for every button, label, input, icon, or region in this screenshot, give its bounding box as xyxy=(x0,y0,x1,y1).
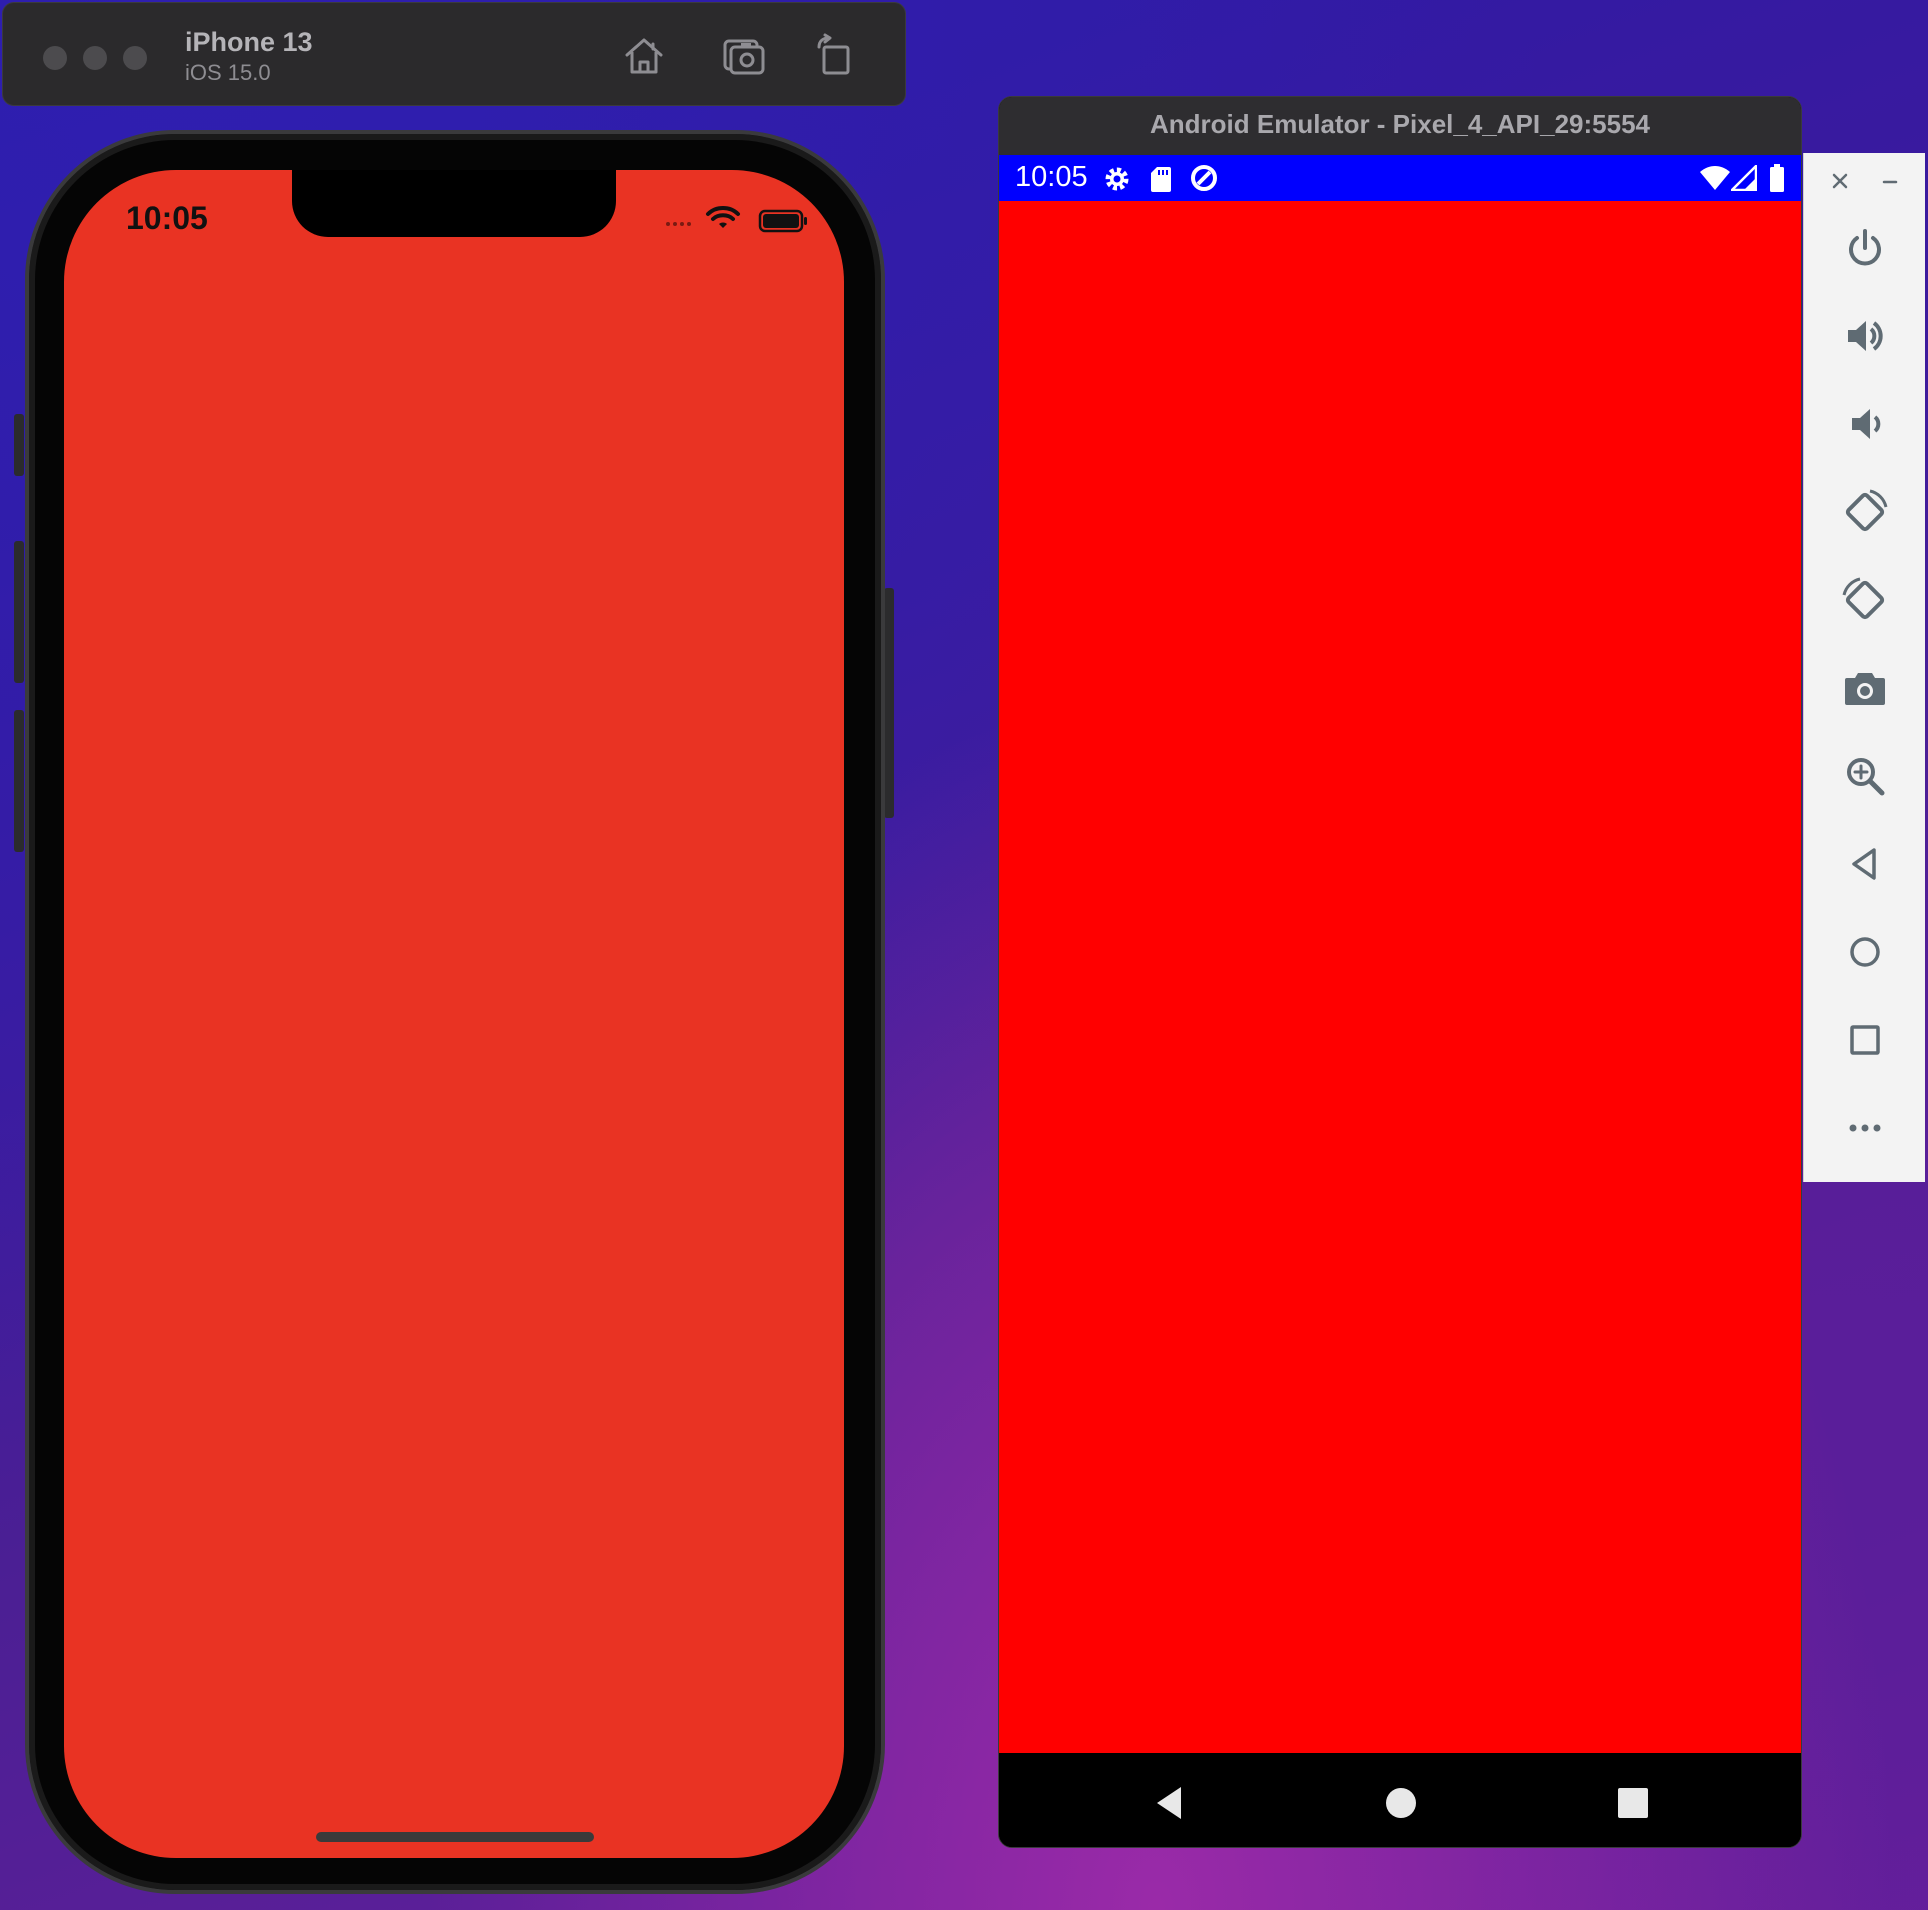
back-icon[interactable] xyxy=(1840,839,1890,889)
zoom-icon[interactable] xyxy=(1840,751,1890,801)
android-nav-bar xyxy=(999,1753,1801,1847)
power-icon[interactable] xyxy=(1840,223,1890,273)
rotate-icon[interactable] xyxy=(813,33,859,79)
power-side-button xyxy=(884,588,894,818)
minimize-icon[interactable] xyxy=(1876,167,1904,195)
window-minimize-button[interactable] xyxy=(83,46,107,70)
mute-switch xyxy=(14,414,24,476)
window-zoom-button[interactable] xyxy=(123,46,147,70)
ios-simulator-toolbar: iPhone 13 iOS 15.0 xyxy=(2,2,906,106)
nav-recents-icon[interactable] xyxy=(1613,1783,1653,1823)
close-icon[interactable] xyxy=(1826,167,1854,195)
volume-up-side-button xyxy=(14,541,24,683)
volume-down-side-button xyxy=(14,710,24,852)
android-screen-content[interactable] xyxy=(999,201,1801,1753)
cellular-signal-icon xyxy=(666,222,691,226)
rotate-right-icon[interactable] xyxy=(1840,575,1890,625)
ios-status-icons xyxy=(664,204,824,234)
more-icon[interactable] xyxy=(1840,1103,1890,1153)
volume-down-icon[interactable] xyxy=(1840,399,1890,449)
os-version: iOS 15.0 xyxy=(185,60,271,85)
home-indicator[interactable] xyxy=(316,1832,594,1842)
wifi-icon xyxy=(706,206,740,228)
android-titlebar: Android Emulator - Pixel_4_API_29:5554 xyxy=(999,97,1801,155)
home-icon[interactable] xyxy=(621,33,667,79)
iphone-notch xyxy=(292,170,616,237)
wifi-icon xyxy=(1699,165,1731,191)
android-emulator-controls xyxy=(1803,153,1925,1182)
cell-signal-icon xyxy=(1731,165,1757,191)
data-saver-icon xyxy=(1189,163,1219,193)
android-emulator-window: Android Emulator - Pixel_4_API_29:5554 1… xyxy=(998,96,1802,1848)
settings-gear-icon xyxy=(1103,165,1131,193)
battery-icon xyxy=(1769,163,1785,193)
iphone-screen[interactable]: 10:05 xyxy=(64,170,844,1858)
android-status-bar: 10:05 xyxy=(999,155,1801,201)
nav-home-icon[interactable] xyxy=(1381,1783,1421,1823)
rotate-left-icon[interactable] xyxy=(1840,487,1890,537)
overview-icon[interactable] xyxy=(1840,1015,1890,1065)
android-window-title: Android Emulator - Pixel_4_API_29:5554 xyxy=(1150,109,1650,139)
nav-back-icon[interactable] xyxy=(1149,1783,1189,1823)
window-close-button[interactable] xyxy=(43,46,67,70)
android-status-time: 10:05 xyxy=(1015,161,1088,193)
battery-icon xyxy=(758,209,807,233)
ios-status-time: 10:05 xyxy=(126,200,208,236)
volume-up-icon[interactable] xyxy=(1840,311,1890,361)
camera-icon[interactable] xyxy=(1840,663,1890,713)
device-name: iPhone 13 xyxy=(185,27,313,57)
home-icon[interactable] xyxy=(1840,927,1890,977)
sd-card-icon xyxy=(1149,165,1173,193)
screenshot-icon[interactable] xyxy=(721,33,767,79)
